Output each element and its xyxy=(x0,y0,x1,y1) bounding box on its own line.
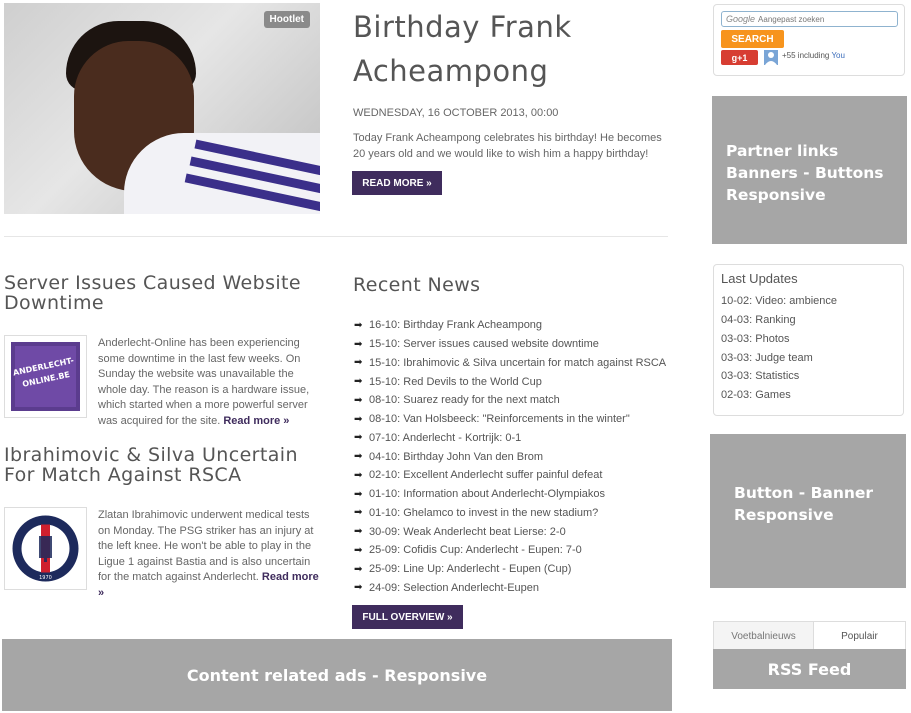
last-update-item[interactable]: 03-03: Statistics xyxy=(721,367,837,386)
ad-line: Partner links xyxy=(726,142,839,160)
hootlet-badge[interactable]: Hootlet xyxy=(263,11,310,28)
article-title[interactable]: Ibrahimovic & Silva Uncertain For Match … xyxy=(4,445,324,485)
arrow-right-icon: ➡ xyxy=(354,357,363,369)
arrow-right-icon: ➡ xyxy=(354,338,363,350)
tab-populair[interactable]: Populair xyxy=(814,622,905,651)
featured-summary: Today Frank Acheampong celebrates his bi… xyxy=(353,132,662,160)
recent-news-item[interactable]: ➡ 25-09: Line Up: Anderlecht - Eupen (Cup… xyxy=(354,560,674,579)
recent-news-link[interactable]: 16-10: Birthday Frank Acheampong xyxy=(369,319,542,331)
rss-feed-block[interactable]: RSS Feed xyxy=(713,649,906,689)
arrow-right-icon: ➡ xyxy=(354,488,363,500)
search-widget: Google Aangepast zoeken SEARCH g+1 +55 i… xyxy=(713,4,905,76)
article-title[interactable]: Server Issues Caused Website Downtime xyxy=(4,273,324,313)
arrow-right-icon: ➡ xyxy=(354,319,363,331)
last-update-item[interactable]: 10-02: Video: ambience xyxy=(721,292,837,311)
svg-text:1970: 1970 xyxy=(39,575,52,581)
recent-news-item[interactable]: ➡ 15-10: Ibrahimovic & Silva uncertain fo… xyxy=(354,354,674,373)
arrow-right-icon: ➡ xyxy=(354,394,363,406)
content-ad-banner[interactable]: Content related ads - Responsive xyxy=(2,639,672,711)
recent-news-link[interactable]: 07-10: Anderlecht - Kortrijk: 0-1 xyxy=(369,432,521,444)
recent-news-link[interactable]: 01-10: Ghelamco to invest in the new sta… xyxy=(369,507,598,519)
ad-line: Responsive xyxy=(726,186,826,204)
read-more-link[interactable]: Read more » xyxy=(223,415,289,427)
recent-news-item[interactable]: ➡ 15-10: Server issues caused website dow… xyxy=(354,335,674,354)
recent-news-link[interactable]: 24-09: Selection Anderlecht-Eupen xyxy=(369,582,539,594)
news-tabs: Voetbalnieuws Populair xyxy=(713,621,906,651)
article-summary: Anderlecht-Online has been experiencing … xyxy=(98,337,310,427)
recent-news-item[interactable]: ➡ 24-09: Selection Anderlecht-Eupen xyxy=(354,579,674,598)
arrow-right-icon: ➡ xyxy=(354,451,363,463)
arrow-right-icon: ➡ xyxy=(354,526,363,538)
arrow-right-icon: ➡ xyxy=(354,582,363,594)
ad-line: Button - Banner xyxy=(734,484,874,502)
full-overview-button[interactable]: FULL OVERVIEW » xyxy=(352,605,463,629)
arrow-right-icon: ➡ xyxy=(354,376,363,388)
user-avatar-icon xyxy=(764,50,778,65)
recent-news-link[interactable]: 15-10: Red Devils to the World Cup xyxy=(369,376,542,388)
google-brand: Google xyxy=(726,14,756,24)
article-thumbnail[interactable]: ANDERLECHT- ONLINE.BE xyxy=(4,335,87,418)
recent-news-item[interactable]: ➡ 08-10: Van Holsbeeck: "Reinforcements i… xyxy=(354,410,674,429)
arrow-right-icon: ➡ xyxy=(354,432,363,444)
recent-news-item[interactable]: ➡ 30-09: Weak Anderlecht beat Lierse: 2-0 xyxy=(354,522,674,541)
recent-news-link[interactable]: 01-10: Information about Anderlecht-Olym… xyxy=(369,488,605,500)
recent-news-item[interactable]: ➡ 16-10: Birthday Frank Acheampong xyxy=(354,316,674,335)
search-input[interactable]: Google Aangepast zoeken xyxy=(721,11,898,27)
arrow-right-icon: ➡ xyxy=(354,507,363,519)
recent-news-link[interactable]: 08-10: Van Holsbeeck: "Reinforcements in… xyxy=(369,413,630,425)
recent-news-title: Recent News xyxy=(353,274,481,296)
ad-line: Banners - Buttons xyxy=(726,164,884,182)
recent-news-link[interactable]: 30-09: Weak Anderlecht beat Lierse: 2-0 xyxy=(369,526,566,538)
recent-news-item[interactable]: ➡ 04-10: Birthday John Van den Brom xyxy=(354,447,674,466)
anderlecht-online-logo: ANDERLECHT- ONLINE.BE xyxy=(11,342,80,411)
tab-voetbalnieuws[interactable]: Voetbalnieuws xyxy=(714,622,814,651)
article-summary: Zlatan Ibrahimovic underwent medical tes… xyxy=(98,509,319,599)
recent-news-item[interactable]: ➡ 15-10: Red Devils to the World Cup xyxy=(354,372,674,391)
featured-date: WEDNESDAY, 16 OCTOBER 2013, 00:00 xyxy=(353,107,559,119)
person-icon xyxy=(765,52,777,65)
last-updates-panel: Last Updates 10-02: Video: ambience 04-03… xyxy=(713,264,904,416)
ad-line: Responsive xyxy=(734,506,834,524)
recent-news-link[interactable]: 08-10: Suarez ready for the next match xyxy=(369,394,560,406)
button-banner-ad[interactable]: Button - Banner Responsive xyxy=(710,434,906,588)
recent-news-link[interactable]: 04-10: Birthday John Van den Brom xyxy=(369,451,543,463)
recent-news-item[interactable]: ➡ 01-10: Ghelamco to invest in the new st… xyxy=(354,504,674,523)
last-updates-list: 10-02: Video: ambience 04-03: Ranking 03-0… xyxy=(721,292,837,405)
recent-news-link[interactable]: 25-09: Cofidis Cup: Anderlecht - Eupen: … xyxy=(369,544,582,556)
recent-news-item[interactable]: ➡ 02-10: Excellent Anderlecht suffer pain… xyxy=(354,466,674,485)
recent-news-link[interactable]: 25-09: Line Up: Anderlecht - Eupen (Cup) xyxy=(369,563,571,575)
last-update-item[interactable]: 03-03: Judge team xyxy=(721,348,837,367)
last-updates-title: Last Updates xyxy=(721,271,798,286)
arrow-right-icon: ➡ xyxy=(354,413,363,425)
featured-read-more-button[interactable]: READ MORE » xyxy=(352,171,442,195)
recent-news-item[interactable]: ➡ 08-10: Suarez ready for the next match xyxy=(354,391,674,410)
psg-logo: 1970 xyxy=(12,515,79,582)
section-divider xyxy=(4,236,668,237)
you-link[interactable]: You xyxy=(831,51,845,60)
recent-news-link[interactable]: 02-10: Excellent Anderlecht suffer painf… xyxy=(369,469,602,481)
gplus-button[interactable]: g+1 xyxy=(721,50,758,65)
arrow-right-icon: ➡ xyxy=(354,469,363,481)
last-update-item[interactable]: 03-03: Photos xyxy=(721,330,837,349)
arrow-right-icon: ➡ xyxy=(354,544,363,556)
recent-news-link[interactable]: 15-10: Ibrahimovic & Silva uncertain for… xyxy=(369,357,666,369)
last-update-item[interactable]: 04-03: Ranking xyxy=(721,311,837,330)
featured-title[interactable]: Birthday Frank Acheampong xyxy=(353,5,653,93)
search-placeholder: Aangepast zoeken xyxy=(758,14,825,24)
recent-news-item[interactable]: ➡ 01-10: Information about Anderlecht-Oly… xyxy=(354,485,674,504)
gplus-count: +55 including You xyxy=(782,51,845,60)
recent-news-item[interactable]: ➡ 07-10: Anderlecht - Kortrijk: 0-1 xyxy=(354,429,674,448)
recent-news-item[interactable]: ➡ 25-09: Cofidis Cup: Anderlecht - Eupen:… xyxy=(354,541,674,560)
recent-news-list: ➡ 16-10: Birthday Frank Acheampong ➡ 15-10:… xyxy=(354,316,674,597)
partner-links-ad[interactable]: Partner links Banners - Buttons Responsi… xyxy=(712,96,907,244)
search-button[interactable]: SEARCH xyxy=(721,30,784,48)
last-update-item[interactable]: 02-03: Games xyxy=(721,386,837,405)
article-thumbnail[interactable]: 1970 xyxy=(4,507,87,590)
featured-photo[interactable]: Hootlet xyxy=(4,3,320,214)
arrow-right-icon: ➡ xyxy=(354,563,363,575)
recent-news-link[interactable]: 15-10: Server issues caused website down… xyxy=(369,338,599,350)
